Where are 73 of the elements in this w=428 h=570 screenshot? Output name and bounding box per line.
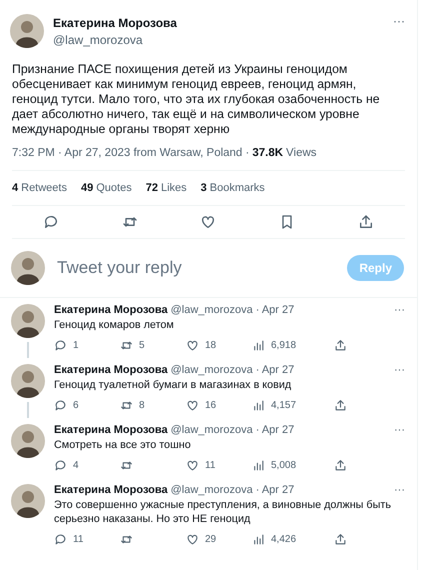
share-button[interactable] bbox=[358, 214, 374, 230]
reply-text: Геноцид комаров летом bbox=[54, 318, 175, 332]
tweet-meta: 7:32 PM · Apr 27, 2023 from Warsaw, Poland · bbox=[12, 147, 250, 159]
speech-bubble-icon bbox=[54, 533, 67, 546]
author-handle[interactable]: @law_morozova bbox=[53, 32, 384, 46]
reply-button[interactable]: 1 bbox=[54, 338, 120, 353]
avatar bbox=[11, 304, 45, 338]
author-name[interactable]: Екатерина Морозова bbox=[54, 304, 168, 316]
retweet-button[interactable]: 5 bbox=[120, 338, 186, 353]
more-menu[interactable]: ··· bbox=[393, 14, 405, 28]
reply-text: Геноцид туалетной бумаги в магазинах в ковид bbox=[54, 378, 292, 392]
speech-bubble-icon bbox=[54, 339, 67, 352]
views-button[interactable]: 4,426 bbox=[252, 532, 334, 547]
heart-icon bbox=[186, 459, 199, 472]
avatar bbox=[11, 251, 45, 285]
author-name[interactable]: Екатерина Морозова bbox=[53, 16, 384, 30]
views-label: Views bbox=[286, 147, 317, 159]
author-name[interactable]: Екатерина Морозова bbox=[54, 484, 168, 496]
stat-link[interactable]: 3 Bookmarks bbox=[200, 182, 265, 194]
stat-link[interactable]: 49 Quotes bbox=[80, 182, 132, 194]
reply-button[interactable]: 11 bbox=[54, 532, 120, 547]
retweet-icon bbox=[120, 459, 133, 472]
speech-bubble-icon bbox=[54, 399, 67, 412]
bar-chart-icon bbox=[252, 533, 265, 546]
views-count: 37.8K bbox=[252, 147, 284, 159]
share-icon bbox=[334, 459, 347, 472]
heart-icon bbox=[186, 339, 199, 352]
like-button[interactable]: 16 bbox=[186, 398, 252, 413]
views-button[interactable]: 6,918 bbox=[252, 338, 334, 353]
heart-icon bbox=[186, 399, 199, 412]
like-button[interactable]: 29 bbox=[186, 532, 252, 547]
avatar bbox=[11, 364, 45, 398]
views-button[interactable]: 4,157 bbox=[252, 398, 334, 413]
retweet-icon bbox=[120, 399, 133, 412]
more-menu[interactable]: ··· bbox=[394, 304, 405, 316]
handle-date: @law_morozova · Apr 27 bbox=[170, 304, 296, 316]
views-button[interactable]: 5,008 bbox=[252, 458, 334, 473]
share-icon bbox=[334, 399, 347, 412]
retweet-button[interactable]: 8 bbox=[120, 398, 186, 413]
retweet-icon bbox=[120, 339, 133, 352]
author-name[interactable]: Екатерина Морозова bbox=[54, 424, 168, 436]
avatar bbox=[11, 424, 45, 458]
speech-bubble-icon bbox=[43, 214, 60, 230]
reply-button[interactable]: 4 bbox=[54, 458, 120, 473]
avatar bbox=[10, 14, 44, 48]
handle-date: @law_morozova · Apr 27 bbox=[170, 364, 296, 376]
handle-date: @law_morozova · Apr 27 bbox=[170, 484, 296, 496]
like-button[interactable]: 11 bbox=[186, 458, 252, 473]
bar-chart-icon bbox=[252, 459, 265, 472]
stat-link[interactable]: 72 Likes bbox=[146, 182, 187, 194]
more-menu[interactable]: ··· bbox=[394, 484, 405, 496]
share-icon bbox=[358, 214, 374, 230]
reply-button[interactable] bbox=[43, 214, 60, 230]
share-icon bbox=[334, 533, 347, 546]
more-menu[interactable]: ··· bbox=[394, 364, 405, 376]
reply-text: Это совершенно ужасные преступления, а виновные должны быть серьезно наказаны. Но это НЕ геноцид bbox=[54, 498, 392, 526]
retweet-icon bbox=[120, 533, 133, 546]
reply-text: Смотреть на все это тошно bbox=[54, 438, 192, 452]
bar-chart-icon bbox=[252, 339, 265, 352]
tweet-text: Признание ПАСЕ похищения детей из Украины геноцидом обесценивает как минимум геноцид евреев, геноцид армян, геноцид тутси. Мало того, что эта их глубокая озабоченность не дает абсолютно ничего, так ещё и на символическом уровне международные органы творят херню bbox=[12, 62, 381, 137]
like-button[interactable] bbox=[200, 214, 216, 230]
heart-icon bbox=[186, 533, 199, 546]
handle-date: @law_morozova · Apr 27 bbox=[170, 424, 296, 436]
bar-chart-icon bbox=[252, 399, 265, 412]
avatar bbox=[11, 484, 45, 518]
like-button[interactable]: 18 bbox=[186, 338, 252, 353]
author-name[interactable]: Екатерина Морозова bbox=[54, 364, 168, 376]
heart-icon bbox=[200, 214, 216, 230]
share-icon bbox=[334, 339, 347, 352]
stat-link[interactable]: 4 Retweets bbox=[12, 182, 67, 194]
more-menu[interactable]: ··· bbox=[394, 424, 405, 436]
reply-button[interactable]: 6 bbox=[54, 398, 120, 413]
speech-bubble-icon bbox=[54, 459, 67, 472]
